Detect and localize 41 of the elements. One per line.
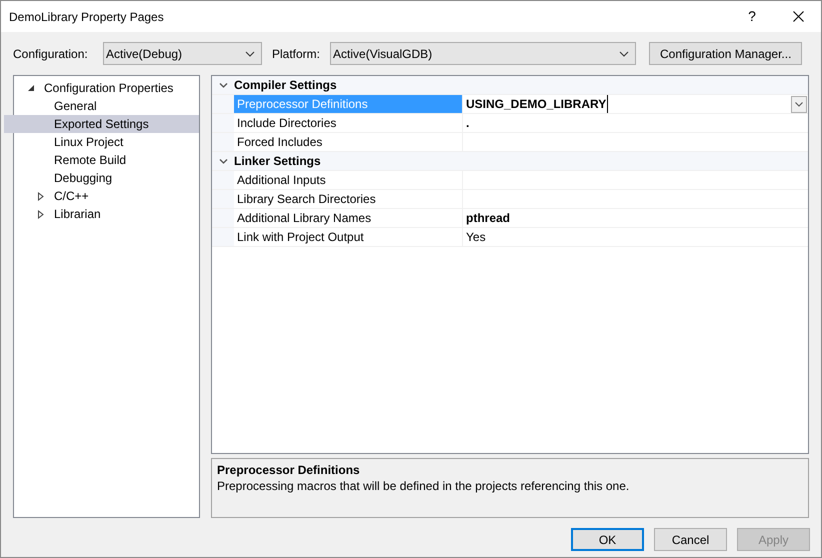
tree-item[interactable]: Remote Build <box>50 151 199 169</box>
configuration-dropdown[interactable]: Active(Debug) <box>103 42 262 65</box>
description-title: Preprocessor Definitions <box>217 462 361 478</box>
chevron-down-icon <box>795 102 803 106</box>
chevron-down-icon <box>245 50 255 56</box>
category-header[interactable]: Compiler Settings <box>234 76 337 94</box>
category-header[interactable]: Linker Settings <box>234 152 321 170</box>
collapsed-triangle-icon[interactable] <box>37 192 45 200</box>
dialog-button[interactable]: Cancel <box>654 528 727 551</box>
dialog-button[interactable]: OK <box>571 528 644 551</box>
dropdown-button[interactable] <box>791 96 807 112</box>
tree-item[interactable]: Exported Settings <box>4 115 199 133</box>
platform-label: Platform: <box>272 46 320 62</box>
collapsed-triangle-icon[interactable] <box>37 210 45 218</box>
configuration-manager-button[interactable]: Configuration Manager... <box>649 42 802 65</box>
tree-item[interactable]: C/C++ <box>50 187 199 205</box>
property-value[interactable]: Yes <box>466 228 486 246</box>
property-name[interactable]: Library Search Directories <box>234 190 463 208</box>
chevron-down-icon[interactable] <box>218 80 228 90</box>
description-text: Preprocessing macros that will be defined in the projects referencing this one. <box>217 478 630 494</box>
property-value[interactable]: . <box>466 114 470 132</box>
property-name[interactable]: Include Directories <box>234 114 463 132</box>
property-name[interactable]: Additional Library Names <box>234 209 463 227</box>
property-name[interactable]: Forced Includes <box>234 133 463 151</box>
platform-dropdown[interactable]: Active(VisualGDB) <box>330 42 636 65</box>
property-value[interactable]: USING_DEMO_LIBRARY <box>466 95 608 113</box>
tree-item[interactable]: Linux Project <box>50 133 199 151</box>
chevron-down-icon[interactable] <box>218 156 228 166</box>
help-button[interactable]: ? <box>729 1 775 32</box>
tree-item[interactable]: Debugging <box>50 169 199 187</box>
window-title: DemoLibrary Property Pages <box>8 8 165 26</box>
property-name[interactable]: Link with Project Output <box>234 228 463 246</box>
chevron-down-icon <box>619 50 630 56</box>
close-icon <box>792 11 804 22</box>
tree-item[interactable]: Librarian <box>50 205 199 223</box>
tree-item[interactable]: General <box>50 97 199 115</box>
expanded-triangle-icon[interactable] <box>27 84 35 92</box>
property-name[interactable]: Additional Inputs <box>234 171 463 189</box>
property-value[interactable]: pthread <box>466 209 510 227</box>
configuration-label: Configuration: <box>13 46 89 62</box>
tree-item[interactable]: Configuration Properties <box>40 79 199 97</box>
